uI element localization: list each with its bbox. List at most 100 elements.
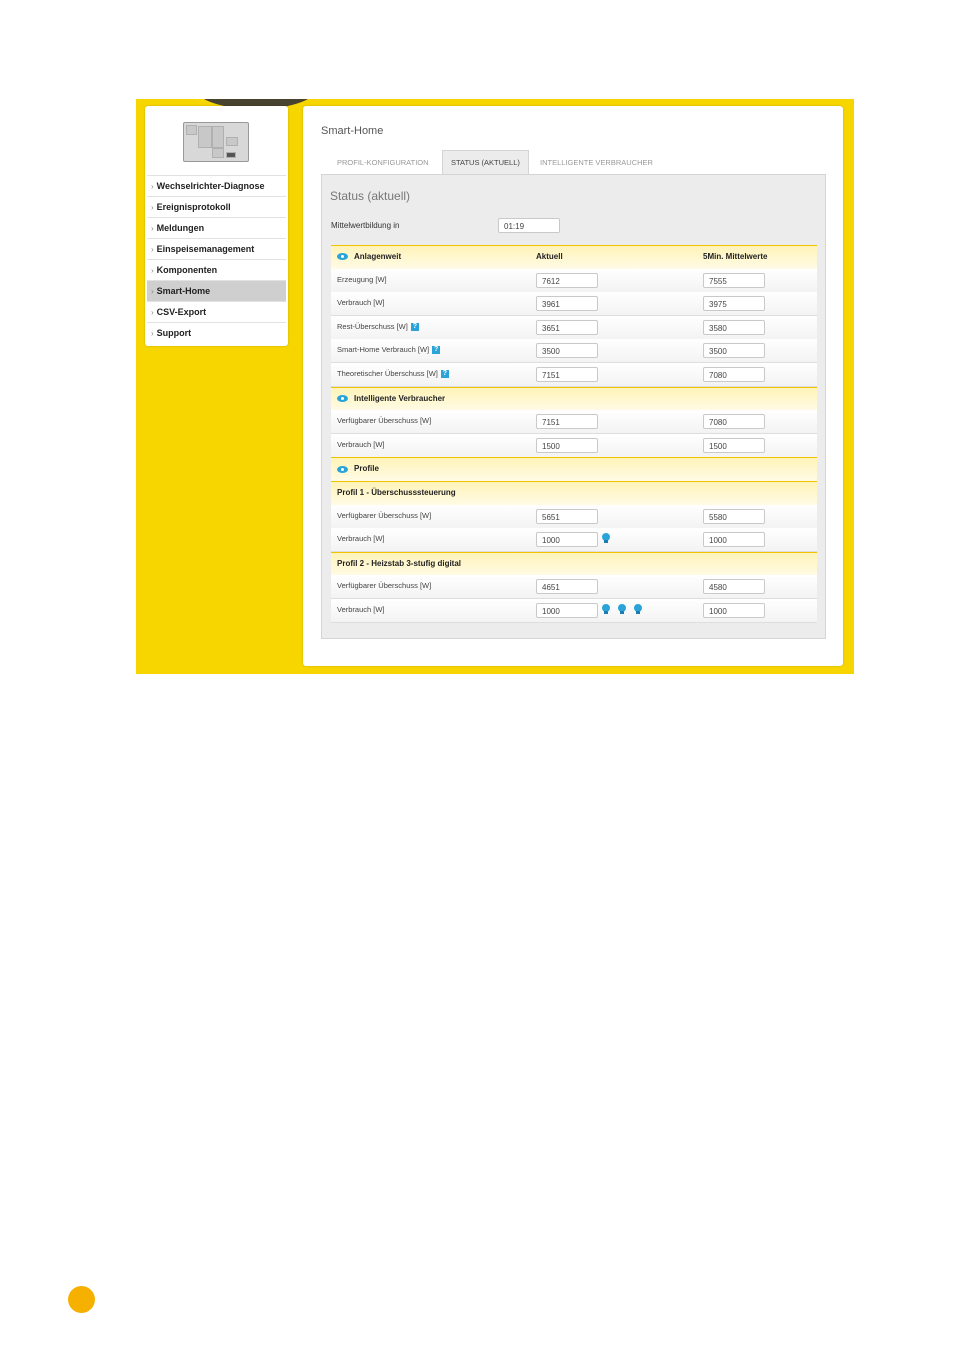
row-label-text: Verbrauch [W]	[337, 605, 385, 614]
help-icon[interactable]: ?	[432, 346, 441, 355]
status-panel: Status (aktuell) Mittelwertbildung in 01…	[321, 174, 826, 639]
lightbulb-base	[636, 611, 640, 614]
mittelwert-label: Mittelwertbildung in	[331, 221, 400, 230]
eye-icon[interactable]	[337, 394, 348, 402]
aktuell-field[interactable]: 1000	[536, 532, 598, 548]
aktuell-field[interactable]: 5651	[536, 508, 598, 524]
tab-intelligente-verbraucher[interactable]: INTELLIGENTE VERBRAUCHER	[540, 151, 653, 174]
section-header: Intelligente Verbraucher	[331, 386, 817, 411]
row-label-text: Verfügbarer Überschuss [W]	[337, 510, 432, 520]
table-row: Verbrauch [W] 1000 1000	[331, 599, 817, 623]
row-label: Verfügbarer Überschuss [W]	[337, 505, 431, 527]
row-label-text: Verbrauch [W]	[337, 439, 385, 449]
row-label: Rest-Überschuss [W]?	[337, 316, 419, 338]
column-header-mittelwerte: 5Min. Mittelwerte	[703, 252, 768, 261]
section-title-text: Profil 2 - Heizstab 3-stufig digital	[337, 558, 462, 568]
row-label-text: Erzeugung [W]	[337, 274, 387, 284]
eye-icon[interactable]	[337, 253, 348, 261]
mittelwert-field[interactable]: 01:19	[498, 218, 560, 233]
row-label-text: Verbrauch [W]	[337, 534, 385, 544]
section-header: Profil 1 - Überschusssteuerung	[331, 481, 817, 505]
aktuell-field[interactable]: 7151	[536, 414, 598, 430]
section-title-text: Profile	[354, 464, 379, 474]
mittelwert-field[interactable]: 3580	[703, 319, 765, 335]
row-label-text: Smart-Home Verbrauch [W]	[337, 345, 430, 355]
row-label-text: Rest-Überschuss [W]	[337, 321, 408, 331]
chevron-right-icon: ›	[151, 203, 154, 212]
lightbulb-base	[620, 611, 624, 614]
chevron-right-icon: ›	[151, 287, 154, 296]
lightbulb-icon	[634, 604, 642, 616]
tab-profil-konfiguration[interactable]: PROFIL-KONFIGURATION	[337, 151, 429, 174]
tab-status-aktuell[interactable]: STATUS (AKTUELL)	[442, 150, 529, 175]
mittelwert-field[interactable]: 5580	[703, 508, 765, 524]
mittelwert-field[interactable]: 1500	[703, 437, 765, 453]
row-label-text: Theoretischer Überschuss [W]	[337, 369, 438, 378]
lightbulb-icon	[602, 533, 610, 545]
sidebar-item-meldungen[interactable]: › Meldungen	[147, 217, 286, 238]
chevron-right-icon: ›	[151, 182, 154, 191]
table-row: Verfügbarer Überschuss [W] 7151 7080	[331, 410, 817, 435]
row-label: Verbrauch [W]	[337, 434, 385, 456]
mittelwert-field[interactable]: 4580	[703, 579, 765, 595]
row-label-text: Verfügbarer Überschuss [W]	[337, 416, 432, 426]
section-title: Profile	[337, 458, 379, 480]
sidebar-item-csv-export[interactable]: › CSV-Export	[147, 301, 286, 322]
sidebar-item-support[interactable]: › Support	[147, 322, 286, 343]
sidebar-item-smart-home[interactable]: › Smart-Home	[147, 280, 286, 301]
aktuell-field[interactable]: 1500	[536, 437, 598, 453]
table-row: Verbrauch [W] 1500 1500	[331, 433, 817, 458]
mittelwert-field[interactable]: 1000	[703, 603, 765, 618]
aktuell-field[interactable]: 7612	[536, 272, 598, 288]
aktuell-field[interactable]: 7151	[536, 367, 598, 382]
mittelwert-field[interactable]: 3500	[703, 343, 765, 359]
section-title-text: Anlagenweit	[354, 252, 402, 261]
aktuell-field[interactable]: 3961	[536, 296, 598, 312]
sidebar-item-label: CSV-Export	[156, 307, 207, 317]
sidebar-item-komponenten[interactable]: › Komponenten	[147, 259, 286, 280]
aktuell-field[interactable]: 4651	[536, 579, 598, 595]
table-row: Smart-Home Verbrauch [W]? 3500 3500	[331, 339, 817, 364]
chevron-right-icon: ›	[151, 329, 154, 338]
table-row: Erzeugung [W] 7612 7555	[331, 268, 817, 293]
sidebar-item-label: Support	[156, 328, 192, 338]
page-marker	[68, 1286, 95, 1313]
sidebar-item-einspeisemanagement[interactable]: › Einspeisemanagement	[147, 238, 286, 259]
mittelwert-field[interactable]: 1000	[703, 532, 765, 548]
row-label-text: Verfügbarer Überschuss [W]	[337, 581, 432, 591]
section-title: Profil 2 - Heizstab 3-stufig digital	[337, 553, 461, 575]
chevron-right-icon: ›	[151, 245, 154, 254]
chevron-right-icon: ›	[151, 224, 154, 233]
sidebar-item-label: Meldungen	[156, 223, 205, 233]
lightbulb-icon	[602, 604, 610, 616]
panel-title: Status (aktuell)	[330, 189, 411, 203]
section-title-text: Profil 1 - Überschusssteuerung	[337, 488, 456, 497]
row-label: Theoretischer Überschuss [W]?	[337, 363, 449, 385]
row-label: Verbrauch [W]	[337, 292, 385, 314]
chevron-right-icon: ›	[151, 308, 154, 317]
main-content: Smart-Home PROFIL-KONFIGURATION STATUS (…	[303, 106, 843, 666]
sidebar-item-label: Ereignisprotokoll	[156, 202, 231, 212]
help-icon[interactable]: ?	[410, 322, 419, 331]
table-row: Verbrauch [W] 3961 3975	[331, 292, 817, 317]
mittelwert-field[interactable]: 3975	[703, 296, 765, 312]
aktuell-field[interactable]: 1000	[536, 603, 598, 618]
sidebar-item-label: Smart-Home	[156, 286, 211, 296]
inverter-display-icon	[183, 122, 249, 162]
aktuell-field[interactable]: 3651	[536, 319, 598, 335]
page-title: Smart-Home	[321, 125, 384, 137]
mittelwert-field[interactable]: 7555	[703, 272, 765, 288]
section-header: Profile	[331, 457, 817, 482]
column-header-aktuell: Aktuell	[536, 252, 563, 261]
row-label: Smart-Home Verbrauch [W]?	[337, 339, 441, 361]
sidebar-item-ereignisprotokoll[interactable]: › Ereignisprotokoll	[147, 196, 286, 217]
eye-icon[interactable]	[337, 465, 348, 473]
section-title-text: Intelligente Verbraucher	[354, 393, 446, 403]
help-icon[interactable]: ?	[440, 370, 449, 379]
aktuell-field[interactable]: 3500	[536, 343, 598, 359]
mittelwert-field[interactable]: 7080	[703, 414, 765, 430]
sidebar-item-wechselrichter-diagnose[interactable]: › Wechselrichter-Diagnose	[147, 175, 286, 196]
mittelwert-field[interactable]: 7080	[703, 367, 765, 382]
sidebar-item-label: Einspeisemanagement	[156, 244, 255, 254]
section-header: Profil 2 - Heizstab 3-stufig digital	[331, 551, 817, 576]
